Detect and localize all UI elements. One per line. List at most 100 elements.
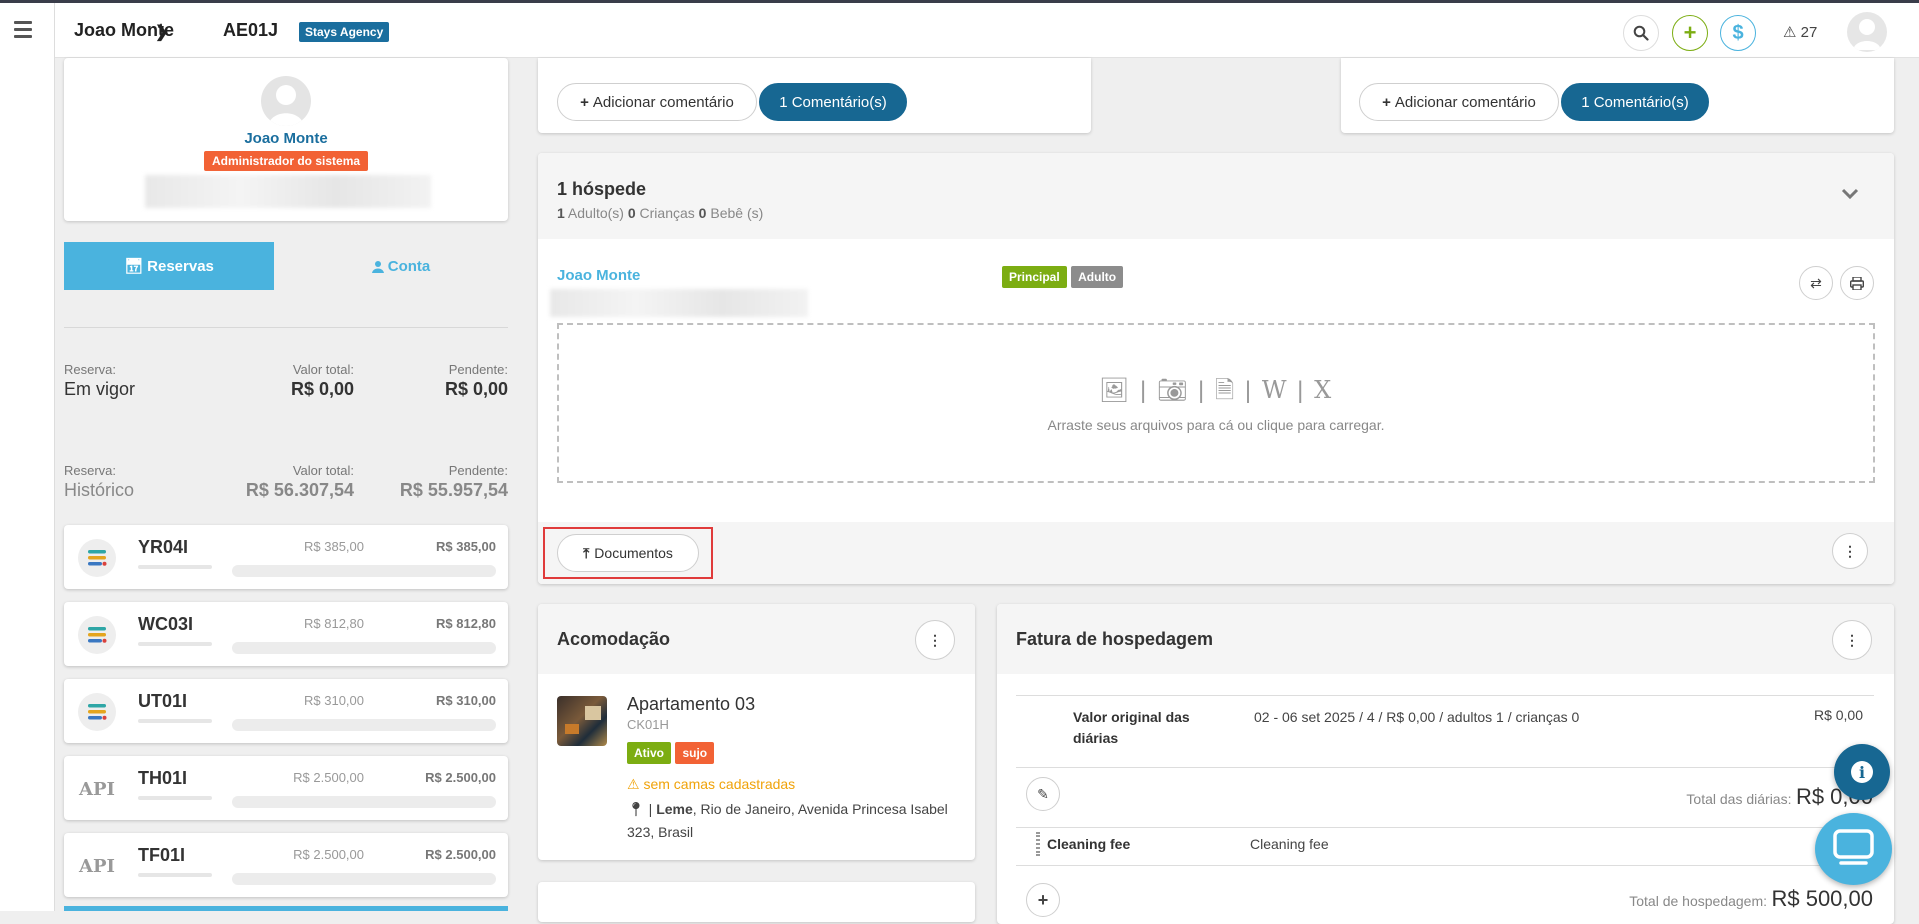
- chevron-down-icon[interactable]: [1841, 185, 1859, 203]
- tab-reservas[interactable]: 📅︎ Reservas: [64, 242, 274, 290]
- row-label: Valor original das diárias: [1073, 709, 1190, 746]
- image-icon: 🖼︎: [1098, 377, 1132, 404]
- upload-instructions: Arraste seus arquivos para cá ou clique …: [1047, 417, 1385, 433]
- redacted-contact: [145, 175, 431, 208]
- pending-label: Pendente:: [448, 362, 508, 377]
- property-code: UT01I: [138, 691, 188, 711]
- property-code: WC03I: [138, 614, 194, 634]
- pencil-icon: ✎: [1037, 785, 1049, 802]
- upload-dropzone[interactable]: 🖼︎ | 📷︎ | 🗎 | W | X Arraste seus arquivo…: [557, 323, 1875, 483]
- guests-title: 1 hóspede: [557, 179, 647, 199]
- apartment-thumbnail[interactable]: [557, 696, 607, 746]
- reserva-status: Em vigor: [64, 379, 136, 399]
- dollar-icon: $: [1732, 21, 1744, 44]
- grand-total-value: R$ 500,00: [1771, 886, 1873, 911]
- property-card[interactable]: YR04I R$ 385,00 R$ 385,00: [64, 525, 508, 589]
- profile-avatar: [261, 76, 311, 126]
- map-marker-icon: 📍︎: [627, 801, 645, 817]
- add-button[interactable]: +: [1672, 15, 1708, 51]
- property-subline: [138, 642, 212, 646]
- invoice-title: Fatura de hospedagem: [1016, 629, 1214, 649]
- more-vertical-icon: ⋮: [1845, 631, 1859, 648]
- user-avatar[interactable]: [1847, 12, 1887, 52]
- plus-icon: +: [1683, 20, 1697, 45]
- add-comment-button[interactable]: + Adicionar comentário: [1359, 83, 1559, 121]
- stack-icon: [78, 693, 116, 731]
- plus-icon: +: [1382, 93, 1391, 111]
- documents-button[interactable]: ⤒ Documentos: [557, 534, 699, 572]
- property-progress-bar: [232, 796, 496, 808]
- apartment-tags: Ativo sujo: [627, 742, 715, 764]
- swap-button[interactable]: ⇄: [1799, 266, 1833, 300]
- row-value: R$ 0,00: [1813, 707, 1863, 723]
- property-subline: [138, 873, 212, 877]
- beds-warning-text: sem camas cadastradas: [643, 776, 796, 792]
- word-file-icon: W: [1261, 376, 1289, 404]
- property-progress-bar: [232, 719, 496, 731]
- more-vertical-icon: ⋮: [928, 631, 942, 648]
- api-icon: API: [79, 855, 115, 877]
- comments-panel-left: + Adicionar comentário 1 Comentário(s): [538, 58, 1091, 133]
- menu-icon[interactable]: [14, 21, 32, 42]
- invoice-more-button[interactable]: ⋮: [1832, 620, 1872, 660]
- comments-count-button[interactable]: 1 Comentário(s): [1561, 83, 1709, 121]
- thumbnail-detail: [565, 724, 579, 734]
- property-total: R$ 310,00: [304, 693, 364, 708]
- print-button[interactable]: [1840, 266, 1874, 300]
- profile-name[interactable]: Joao Monte: [64, 130, 508, 147]
- add-comment-label: Adicionar comentário: [592, 93, 734, 111]
- redacted-guest-info: [550, 289, 808, 317]
- guests-footer: [538, 522, 1894, 584]
- guests-more-button[interactable]: ⋮: [1832, 533, 1868, 569]
- beds-warning: ⚠ sem camas cadastradas: [627, 776, 795, 793]
- property-pending: R$ 310,00: [436, 693, 496, 708]
- chat-fab[interactable]: [1815, 813, 1892, 885]
- property-code: TF01I: [138, 845, 186, 865]
- property-code: TH01I: [138, 768, 188, 788]
- accommodation-more-button[interactable]: ⋮: [915, 620, 955, 660]
- tag-ativo: Ativo: [627, 742, 671, 764]
- stack-icon: [78, 539, 116, 577]
- grand-total: Total de hospedagem: R$ 500,00: [1373, 886, 1873, 912]
- property-total: R$ 385,00: [304, 539, 364, 554]
- thumbnail-detail: [585, 706, 601, 720]
- babies-count: 0: [698, 205, 707, 221]
- apartment-name[interactable]: Apartamento 03: [627, 694, 755, 715]
- warning-icon: ⚠: [627, 776, 640, 792]
- tag-adulto: Adulto: [1071, 266, 1124, 288]
- info-fab[interactable]: i: [1834, 744, 1890, 800]
- add-item-button[interactable]: +: [1026, 883, 1060, 917]
- next-panel-edge: [538, 882, 975, 922]
- alerts-indicator[interactable]: ⚠ 27: [1783, 23, 1817, 41]
- tab-conta-label: Conta: [387, 257, 431, 275]
- breadcrumb-reservation: AE01J: [223, 20, 279, 40]
- property-card[interactable]: WC03I R$ 812,80 R$ 812,80: [64, 602, 508, 666]
- guest-name-link[interactable]: Joao Monte: [557, 267, 640, 284]
- tab-reservas-label: Reservas: [147, 257, 214, 275]
- user-icon: [371, 260, 384, 273]
- search-button[interactable]: [1623, 15, 1659, 51]
- guests-breakdown: 1 Adulto(s) 0 Crianças 0 Bebê (s): [557, 205, 763, 221]
- total-value: R$ 0,00: [290, 379, 354, 399]
- comments-panel-right: + Adicionar comentário 1 Comentário(s): [1341, 58, 1894, 133]
- tag-principal: Principal: [1002, 266, 1067, 288]
- property-card[interactable]: API TH01I R$ 2.500,00 R$ 2.500,00: [64, 756, 508, 820]
- property-card[interactable]: UT01I R$ 310,00 R$ 310,00: [64, 679, 508, 743]
- add-comment-button[interactable]: + Adicionar comentário: [557, 83, 757, 121]
- property-card[interactable]: API TF01I R$ 2.500,00 R$ 2.500,00: [64, 833, 508, 897]
- finance-button[interactable]: $: [1720, 15, 1756, 51]
- warning-icon: ⚠: [1783, 24, 1797, 41]
- guest-tags: Principal Adulto: [1002, 266, 1124, 288]
- drag-handle-icon[interactable]: [1036, 832, 1040, 856]
- babies-label: Bebê (s): [710, 205, 764, 221]
- divider: [1016, 865, 1874, 866]
- property-code: YR04I: [138, 537, 189, 557]
- comments-count-button[interactable]: 1 Comentário(s): [759, 83, 907, 121]
- api-icon: API: [79, 778, 115, 800]
- accommodation-panel: Acomodação ⋮ Apartamento 03 CK01H Ativo …: [538, 604, 975, 860]
- role-badge: Administrador do sistema: [204, 151, 369, 171]
- user-silhouette-icon: [1853, 19, 1881, 50]
- edit-button[interactable]: ✎: [1026, 777, 1060, 811]
- tab-conta[interactable]: Conta: [296, 242, 506, 290]
- file-type-icons: 🖼︎ | 📷︎ | 🗎 | W | X: [1098, 376, 1334, 404]
